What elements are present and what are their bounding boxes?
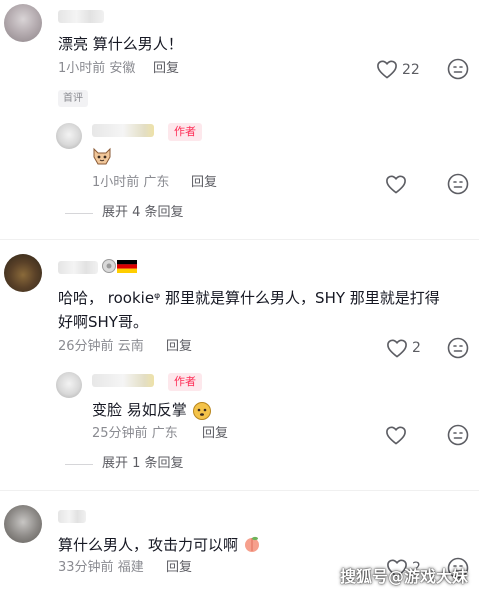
badge-icon xyxy=(101,258,117,274)
comment-text-line-2: 好啊SHY哥。 xyxy=(58,313,148,331)
author-avatar[interactable] xyxy=(56,123,82,149)
avatar[interactable] xyxy=(4,505,42,543)
author-badge: 作者 xyxy=(168,123,202,141)
reply-button[interactable]: 回复 xyxy=(202,425,228,443)
heart-icon[interactable] xyxy=(386,337,408,359)
author-avatar[interactable] xyxy=(56,372,82,398)
watermark: 搜狐号@游戏大妹 xyxy=(340,567,469,586)
comment-meta: 33分钟前 福建 xyxy=(58,559,144,577)
username-blurred[interactable] xyxy=(58,261,98,274)
reply-time: 25分钟前 xyxy=(92,426,148,441)
heart-icon[interactable] xyxy=(385,173,407,195)
reply-button[interactable]: 回复 xyxy=(191,174,217,192)
comment-location: 云南 xyxy=(117,339,144,354)
comment-time: 26分钟前 xyxy=(58,339,114,354)
avatar[interactable] xyxy=(4,4,42,42)
heart-icon[interactable] xyxy=(376,58,398,80)
like-count: 22 xyxy=(402,62,420,78)
dislike-face-icon[interactable] xyxy=(447,173,469,195)
expand-replies-button[interactable]: 展开 1 条回复 xyxy=(102,455,184,473)
username-blurred[interactable] xyxy=(58,10,104,23)
comment-location: 福建 xyxy=(117,560,144,575)
comment-text: 算什么男人，攻击力可以啊 xyxy=(58,534,261,556)
emoji-sticker-icon xyxy=(191,399,213,421)
like-count: 2 xyxy=(412,340,421,356)
comment-text-line-1: 哈哈， rookieᵠ 那里就是算什么男人，SHY 那里就是打得 xyxy=(58,289,440,307)
reply-button[interactable]: 回复 xyxy=(153,60,179,78)
comment-divider xyxy=(0,490,479,491)
reply-meta: 1小时前 广东 xyxy=(92,174,169,192)
reply-time: 1小时前 xyxy=(92,175,140,190)
expand-divider xyxy=(65,464,93,465)
comment-text-content: 算什么男人，攻击力可以啊 xyxy=(58,536,239,554)
dislike-face-icon[interactable] xyxy=(447,58,469,80)
comment-meta: 26分钟前 云南 xyxy=(58,338,144,356)
reply-button[interactable]: 回复 xyxy=(166,338,192,356)
heart-icon[interactable] xyxy=(385,424,407,446)
author-name-blurred[interactable] xyxy=(92,374,154,387)
reply-location: 广东 xyxy=(143,175,170,190)
author-badge: 作者 xyxy=(168,373,202,391)
dislike-face-icon[interactable] xyxy=(447,424,469,446)
reply-button[interactable]: 回复 xyxy=(166,559,192,577)
avatar[interactable] xyxy=(4,254,42,292)
username-blurred[interactable] xyxy=(58,510,86,523)
comment-divider xyxy=(0,239,479,240)
reply-location: 广东 xyxy=(151,426,178,441)
emoji-sticker-icon xyxy=(91,145,113,167)
dislike-face-icon[interactable] xyxy=(447,337,469,359)
reply-text: 变脸 易如反掌 xyxy=(92,401,187,419)
author-name-blurred[interactable] xyxy=(92,124,154,137)
comment-text: 漂亮 算什么男人！ xyxy=(58,35,183,53)
expand-replies-button[interactable]: 展开 4 条回复 xyxy=(102,204,184,222)
peach-emoji-icon xyxy=(243,535,261,553)
reply-meta: 25分钟前 广东 xyxy=(92,425,178,443)
comment-time: 1小时前 xyxy=(58,61,106,76)
first-comment-badge: 首评 xyxy=(58,90,88,107)
flag-icon xyxy=(117,260,137,273)
expand-divider xyxy=(65,213,93,214)
comment-location: 安徽 xyxy=(109,61,136,76)
comment-meta: 1小时前 安徽 xyxy=(58,60,135,78)
comment-time: 33分钟前 xyxy=(58,560,114,575)
